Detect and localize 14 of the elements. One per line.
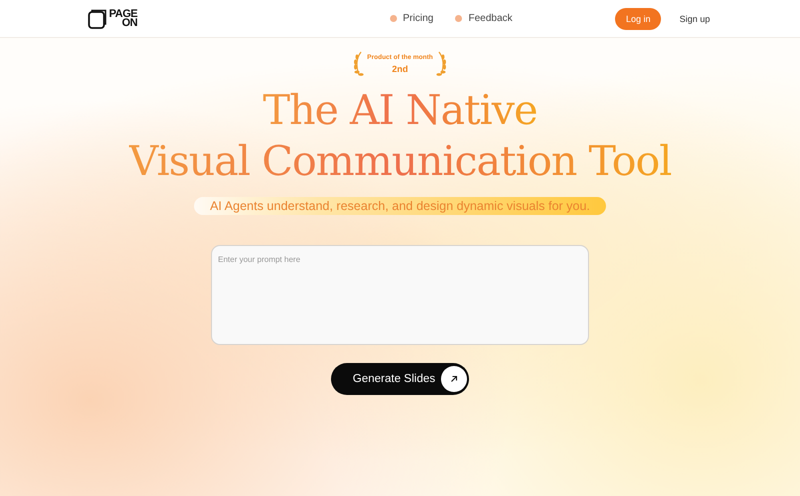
logo-text: ON	[122, 18, 138, 28]
dot-icon	[455, 15, 462, 22]
dot-icon	[390, 15, 397, 22]
signup-link[interactable]: Sign up	[679, 14, 710, 24]
nav-link[interactable]: Feedback	[468, 13, 512, 24]
prompt-field[interactable]: Enter your prompt here	[211, 245, 589, 345]
generate-button[interactable]: Generate Slides	[330, 363, 470, 395]
logo-text: PAGE	[109, 10, 138, 18]
logo-icon	[88, 8, 107, 28]
nav-link[interactable]: Pricing	[402, 13, 434, 24]
laurel-icon	[434, 51, 449, 77]
tagline: AI Agents understand, research, and design dynamic visuals for you.	[194, 197, 606, 215]
award-rank: 2nd	[392, 64, 408, 74]
laurel-icon	[351, 51, 366, 77]
